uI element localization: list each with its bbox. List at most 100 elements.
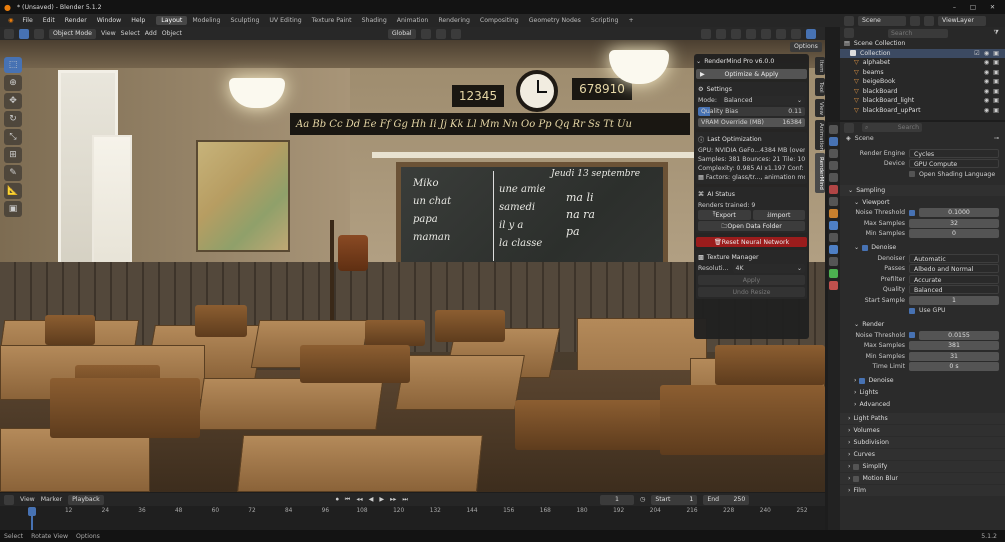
select-extend-icon[interactable] xyxy=(34,28,44,39)
menu-select[interactable]: Select xyxy=(121,30,140,37)
prev-keyframe-icon[interactable]: ◂◂ xyxy=(356,496,362,503)
eye-icon[interactable]: ◉ xyxy=(984,88,989,95)
mode-dropdown[interactable]: Balanced ⌄ xyxy=(720,96,805,105)
render-denoise-checkbox[interactable] xyxy=(859,377,866,384)
volumes-header[interactable]: › Volumes xyxy=(840,425,1005,436)
tab-rendermind[interactable]: RenderMind xyxy=(815,153,825,193)
shading-wireframe-icon[interactable] xyxy=(760,28,771,39)
outliner-row-beigebook[interactable]: ▽ beigeBook ◉ ▣ xyxy=(840,77,1005,87)
maximize-button[interactable]: □ xyxy=(970,4,976,11)
overlay-icon[interactable] xyxy=(730,28,741,39)
tab-view[interactable]: View xyxy=(815,99,825,117)
eye-icon[interactable]: ◉ xyxy=(984,59,989,66)
render-noise-field[interactable]: 0.0155 xyxy=(919,330,999,340)
apply-button[interactable]: Apply xyxy=(698,275,805,285)
render-noise-checkbox[interactable] xyxy=(909,332,915,339)
render-engine-dropdown[interactable]: Cycles xyxy=(909,148,999,158)
timeline-track[interactable]: 1122436486072849610812013214415616818019… xyxy=(0,506,825,530)
curves-header[interactable]: › Curves xyxy=(840,449,1005,460)
modifier-props-icon[interactable] xyxy=(829,221,838,230)
outliner-row-alphabet[interactable]: ▽ alphabet ◉ ▣ xyxy=(840,58,1005,68)
rotate-tool-icon[interactable]: ↻ xyxy=(4,111,22,127)
properties-editor-icon[interactable] xyxy=(844,122,854,133)
move-tool-icon[interactable]: ✥ xyxy=(4,93,22,109)
material-props-icon[interactable] xyxy=(829,281,838,290)
ai-status-header[interactable]: ⌘ AI Status xyxy=(698,189,805,199)
snap-icon[interactable] xyxy=(435,28,446,39)
filter-icon[interactable]: ⧩ xyxy=(993,29,1005,37)
tab-animation[interactable]: Animation xyxy=(392,16,434,25)
viewport-max-samples-field[interactable]: 32 xyxy=(909,218,999,228)
transform-tool-icon[interactable]: ⊞ xyxy=(4,147,22,163)
new-scene-icon[interactable] xyxy=(910,15,920,26)
resolution-dropdown[interactable]: 4K ⌄ xyxy=(732,264,805,273)
eye-icon[interactable]: ◉ xyxy=(984,69,989,76)
settings-header[interactable]: ⚙ Settings xyxy=(698,84,805,94)
lights-header[interactable]: › Lights xyxy=(840,387,1005,398)
outliner-row-blackboard[interactable]: ▽ blackBoard ◉ ▣ xyxy=(840,87,1005,97)
minimize-button[interactable]: – xyxy=(953,4,956,11)
end-frame-field[interactable]: End 250 xyxy=(703,494,750,505)
checkbox-icon[interactable]: ☑ xyxy=(974,50,980,57)
viewport-min-samples-field[interactable]: 0 xyxy=(909,229,999,239)
start-frame-field[interactable]: Start 1 xyxy=(651,494,698,505)
camera-icon[interactable]: ▣ xyxy=(993,88,999,95)
object-mode-dropdown[interactable]: Object Mode xyxy=(49,28,96,39)
outliner-row-blackboard-uppart[interactable]: ▽ blackBoard_upPart ◉ ▣ xyxy=(840,106,1005,116)
data-props-icon[interactable] xyxy=(829,269,838,278)
import-button[interactable]: ⤓ Import xyxy=(752,210,805,220)
tab-geometry-nodes[interactable]: Geometry Nodes xyxy=(524,16,586,25)
timeline-menu-playback[interactable]: Playback xyxy=(68,494,104,505)
menu-help[interactable]: Help xyxy=(126,17,150,24)
timeline-editor-icon[interactable] xyxy=(4,494,14,505)
sampling-section-header[interactable]: ⌄ Sampling xyxy=(840,184,1005,196)
quality-bias-slider[interactable]: Quality Bias 0.11 xyxy=(698,107,805,116)
object-props-icon[interactable] xyxy=(829,209,838,218)
select-box-icon[interactable] xyxy=(19,28,29,39)
tab-modeling[interactable]: Modeling xyxy=(187,16,225,25)
light-paths-header[interactable]: › Light Paths xyxy=(840,413,1005,424)
reset-neural-network-button[interactable]: 🗑 Reset Neural Network xyxy=(696,237,807,247)
options-dropdown[interactable]: Options xyxy=(790,42,822,52)
camera-icon[interactable]: ▣ xyxy=(993,69,999,76)
cursor-tool-icon[interactable]: ⊕ xyxy=(4,75,22,91)
jump-end-icon[interactable]: ⏭ xyxy=(402,496,408,504)
blender-menu-icon[interactable]: ◉ xyxy=(4,17,17,24)
scene-props-icon[interactable] xyxy=(829,173,838,182)
viewport-denoise-checkbox[interactable] xyxy=(862,244,869,251)
annotate-tool-icon[interactable]: ✎ xyxy=(4,165,22,181)
scene-collection-row[interactable]: ▤ Scene Collection xyxy=(840,39,1005,49)
simplify-header[interactable]: › Simplify xyxy=(840,461,1005,472)
menu-render[interactable]: Render xyxy=(60,17,92,24)
playhead[interactable] xyxy=(28,507,36,516)
motion-blur-checkbox[interactable] xyxy=(853,475,860,482)
pin-icon[interactable]: ⊸ xyxy=(994,135,1005,142)
eye-icon[interactable]: ◉ xyxy=(984,97,989,104)
viewport-subsection-header[interactable]: ⌄ Viewport xyxy=(840,196,1005,208)
menu-view[interactable]: View xyxy=(101,30,116,37)
scene-selector-icon[interactable] xyxy=(844,15,854,26)
viewlayer-selector[interactable]: ViewLayer xyxy=(938,15,986,26)
constraints-props-icon[interactable] xyxy=(829,257,838,266)
measure-tool-icon[interactable]: 📐 xyxy=(4,183,22,199)
tab-uv-editing[interactable]: UV Editing xyxy=(264,16,306,25)
outliner-row-blackboard-light[interactable]: ▽ blackBoard_light ◉ ▣ xyxy=(840,96,1005,106)
start-sample-field[interactable]: 1 xyxy=(909,295,999,305)
viewport-noise-checkbox[interactable] xyxy=(909,209,915,216)
menu-add[interactable]: Add xyxy=(145,30,157,37)
play-icon[interactable]: ▶ xyxy=(379,496,384,503)
osl-checkbox[interactable] xyxy=(909,171,915,178)
camera-icon[interactable]: ▣ xyxy=(993,50,999,57)
view-layer-props-icon[interactable] xyxy=(829,161,838,170)
tab-texture-paint[interactable]: Texture Paint xyxy=(307,16,357,25)
record-icon[interactable]: ⏺ xyxy=(336,496,339,504)
simplify-checkbox[interactable] xyxy=(853,463,860,470)
shading-solid-icon[interactable] xyxy=(775,28,786,39)
tab-shading[interactable]: Shading xyxy=(357,16,392,25)
viewport-noise-field[interactable]: 0.1000 xyxy=(919,208,999,218)
camera-icon[interactable]: ▣ xyxy=(993,97,999,104)
film-header[interactable]: › Film xyxy=(840,485,1005,496)
vram-override-field[interactable]: VRAM Override (MB) 16384 xyxy=(698,118,805,127)
outliner-display-icon[interactable] xyxy=(844,28,854,38)
play-reverse-icon[interactable]: ◀ xyxy=(369,496,374,503)
